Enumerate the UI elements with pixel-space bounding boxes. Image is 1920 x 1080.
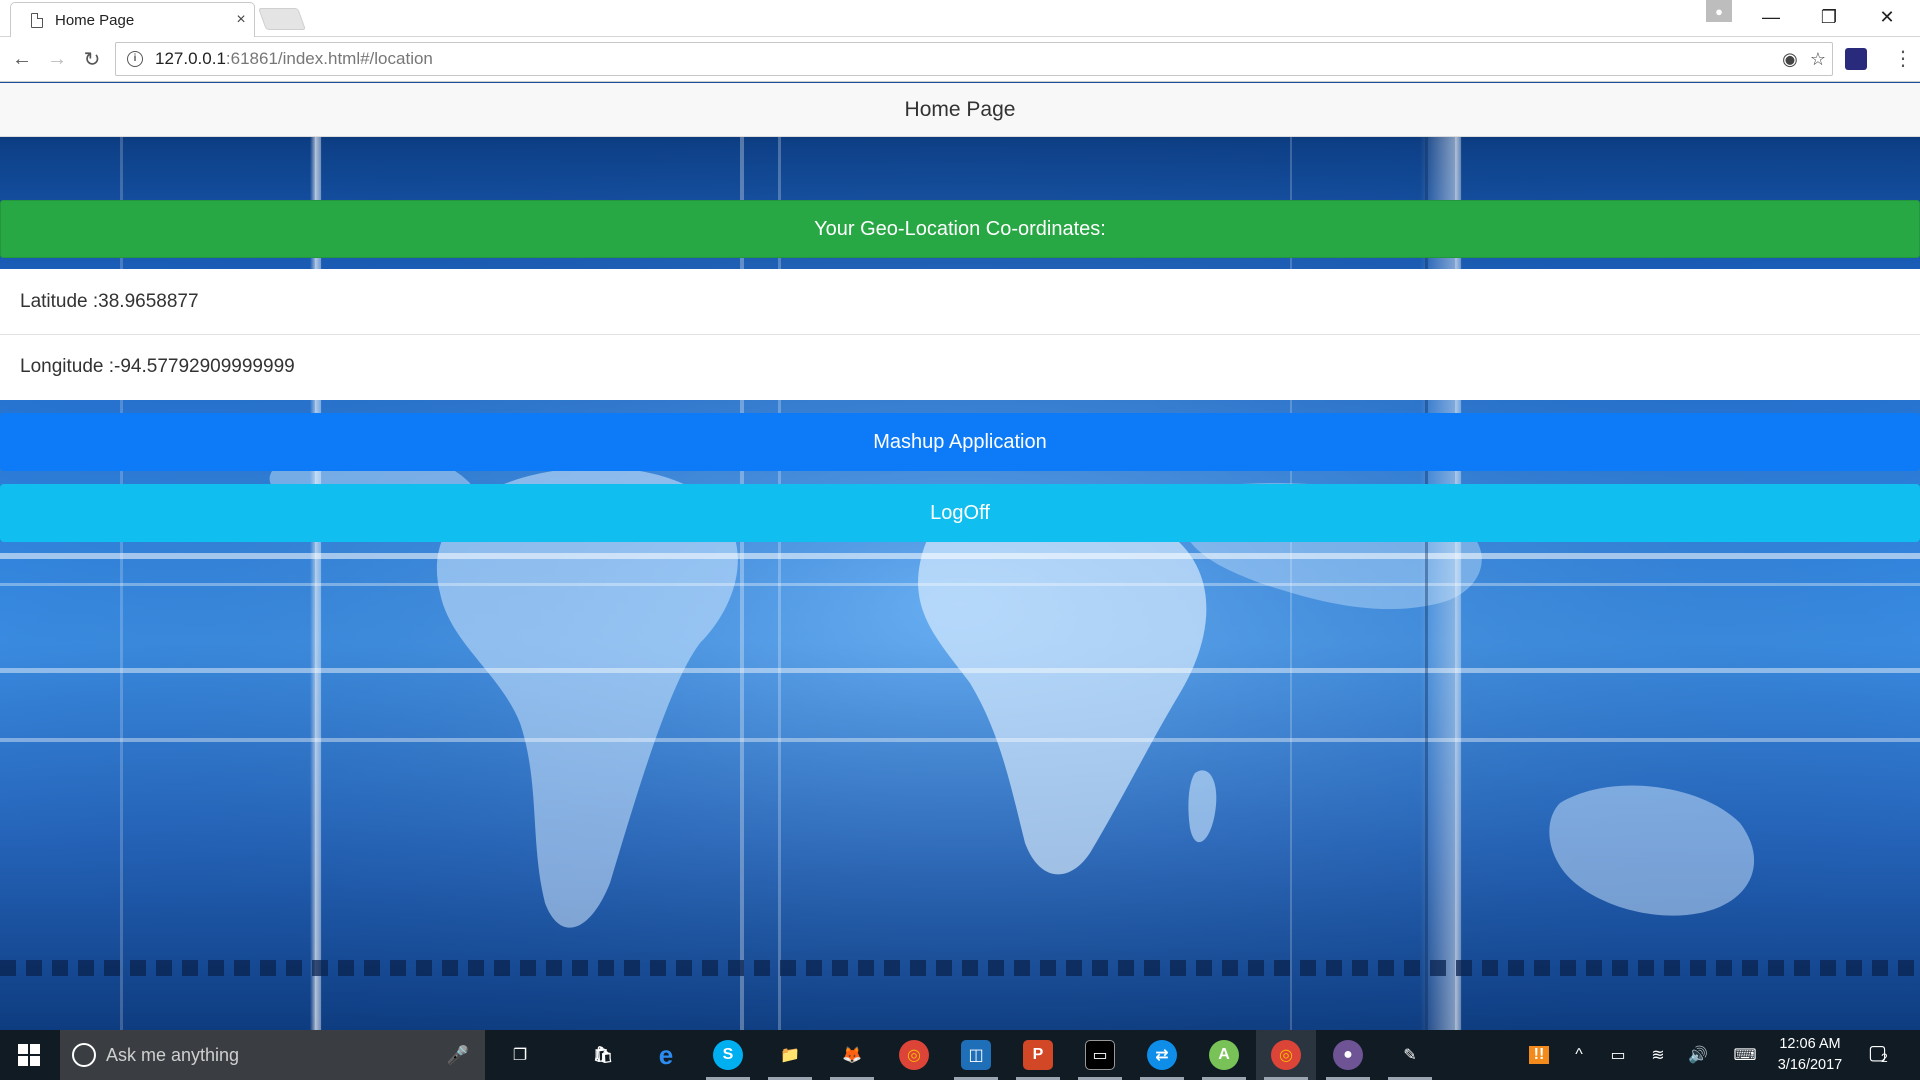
chrome-icon: ◎ <box>899 1040 929 1070</box>
browser-titlebar: Home Page × ● — ❐ ✕ <box>0 0 1920 37</box>
android-studio-icon: A <box>1209 1040 1239 1070</box>
forward-icon[interactable]: → <box>43 45 71 73</box>
task-view-icon: ❐ <box>512 1047 528 1064</box>
longitude-row: Longitude :-94.57792909999999 <box>0 334 1920 399</box>
keyboard-icon: ⌨ <box>1733 1047 1757 1064</box>
taskbar-edge[interactable]: e <box>636 1030 696 1080</box>
battery-icon: ▭ <box>1610 1047 1626 1064</box>
app-icon: ◫ <box>961 1040 991 1070</box>
taskbar-store[interactable]: 🛍 <box>573 1030 633 1080</box>
latitude-row: Latitude :38.9658877 <box>20 290 199 312</box>
taskbar-chrome-active[interactable]: ◎ <box>1256 1030 1316 1080</box>
task-view-button[interactable]: ❐ <box>490 1030 550 1080</box>
page-icon <box>31 12 43 28</box>
skype-icon: S <box>713 1040 743 1070</box>
logoff-button[interactable]: LogOff <box>0 484 1920 542</box>
taskbar-teamviewer[interactable]: ⇄ <box>1132 1030 1192 1080</box>
taskbar: Ask me anything 🎤 ❐ 🛍 e S 📁 🦊 ◎ ◫ P ▭ ⇄ <box>0 1030 1920 1080</box>
new-tab-button[interactable] <box>257 8 307 30</box>
page-header: Home Page <box>0 83 1920 137</box>
extension-icon[interactable] <box>1845 48 1867 70</box>
search-placeholder: Ask me anything <box>106 1044 240 1065</box>
powerpoint-icon: P <box>1023 1040 1053 1070</box>
menu-icon[interactable]: ⋮ <box>1893 48 1913 70</box>
taskbar-android-studio[interactable]: A <box>1194 1030 1254 1080</box>
microphone-icon[interactable]: 🎤 <box>447 1045 469 1066</box>
close-window-button[interactable]: ✕ <box>1858 0 1916 34</box>
star-icon[interactable]: ☆ <box>1804 49 1832 70</box>
profile-icon[interactable]: ● <box>1706 0 1732 22</box>
taskbar-firefox[interactable]: 🦊 <box>822 1030 882 1080</box>
alert-icon: !! <box>1528 1046 1550 1064</box>
edge-icon: e <box>658 1039 674 1070</box>
url-path: :61861/index.html#/location <box>225 49 433 68</box>
tab-title: Home Page <box>55 11 135 29</box>
clock[interactable]: 12:06 AM 3/16/2017 <box>1755 1034 1865 1076</box>
action-center-button[interactable]: ▢ 2 <box>1868 1040 1898 1070</box>
chrome-active-icon: ◎ <box>1271 1040 1301 1070</box>
minimize-button[interactable]: — <box>1742 0 1800 34</box>
taskbar-app[interactable]: ◫ <box>946 1030 1006 1080</box>
notification-count: 2 <box>1881 1051 1888 1065</box>
chevron-up-icon: ^ <box>1575 1046 1583 1063</box>
start-button[interactable] <box>0 1030 58 1080</box>
reload-icon[interactable]: ↻ <box>78 45 106 73</box>
teamviewer-icon: ⇄ <box>1147 1040 1177 1070</box>
taskbar-github[interactable]: ● <box>1318 1030 1378 1080</box>
firefox-icon: 🦊 <box>842 1047 862 1064</box>
restore-button[interactable]: ❐ <box>1800 0 1858 34</box>
taskbar-skype[interactable]: S <box>698 1030 758 1080</box>
volume-tray[interactable]: 🔊 <box>1680 1030 1716 1080</box>
geo-location-heading: Your Geo-Location Co-ordinates: <box>814 217 1106 240</box>
page-body: Home Page Your Geo-Location Co-ordinates… <box>0 83 1920 1030</box>
taskbar-chrome[interactable]: ◎ <box>884 1030 944 1080</box>
volume-icon: 🔊 <box>1688 1047 1708 1064</box>
location-icon[interactable]: ◉ <box>1776 49 1804 70</box>
taskbar-file-explorer[interactable]: 📁 <box>760 1030 820 1080</box>
tray-alert[interactable]: !! <box>1520 1030 1558 1080</box>
paint-icon: ✎ <box>1403 1047 1417 1064</box>
page-title: Home Page <box>904 97 1016 121</box>
clock-date: 3/16/2017 <box>1777 1057 1843 1073</box>
mashup-application-button[interactable]: Mashup Application <box>0 413 1920 471</box>
tab-close-icon[interactable]: × <box>228 11 254 29</box>
taskbar-paint[interactable]: ✎ <box>1380 1030 1440 1080</box>
battery-tray[interactable]: ▭ <box>1600 1030 1636 1080</box>
clock-time: 12:06 AM <box>1779 1036 1841 1052</box>
taskbar-powerpoint[interactable]: P <box>1008 1030 1068 1080</box>
taskbar-cmd[interactable]: ▭ <box>1070 1030 1130 1080</box>
geo-location-banner: Your Geo-Location Co-ordinates: <box>0 200 1920 258</box>
show-hidden-icons[interactable]: ^ <box>1563 1030 1595 1080</box>
github-icon: ● <box>1333 1040 1363 1070</box>
wifi-icon: ≋ <box>1651 1047 1665 1064</box>
browser-tab[interactable]: Home Page × <box>10 2 255 37</box>
cortana-icon <box>72 1043 96 1067</box>
store-icon: 🛍 <box>592 1047 614 1064</box>
address-bar[interactable]: i 127.0.0.1:61861/index.html#/location ◉… <box>115 42 1833 76</box>
wifi-tray[interactable]: ≋ <box>1640 1030 1676 1080</box>
browser-toolbar: ← → ↻ i 127.0.0.1:61861/index.html#/loca… <box>0 37 1920 82</box>
back-icon[interactable]: ← <box>8 45 36 73</box>
cmd-icon: ▭ <box>1085 1040 1115 1070</box>
coordinates-list: Latitude :38.9658877 Longitude :-94.5779… <box>0 269 1920 400</box>
info-icon[interactable]: i <box>127 51 143 67</box>
cortana-search-box[interactable]: Ask me anything 🎤 <box>60 1030 485 1080</box>
file-explorer-icon: 📁 <box>780 1047 800 1064</box>
url-host: 127.0.0.1 <box>155 49 226 68</box>
windows-icon <box>18 1044 40 1066</box>
url-text[interactable]: 127.0.0.1:61861/index.html#/location <box>155 49 1776 69</box>
